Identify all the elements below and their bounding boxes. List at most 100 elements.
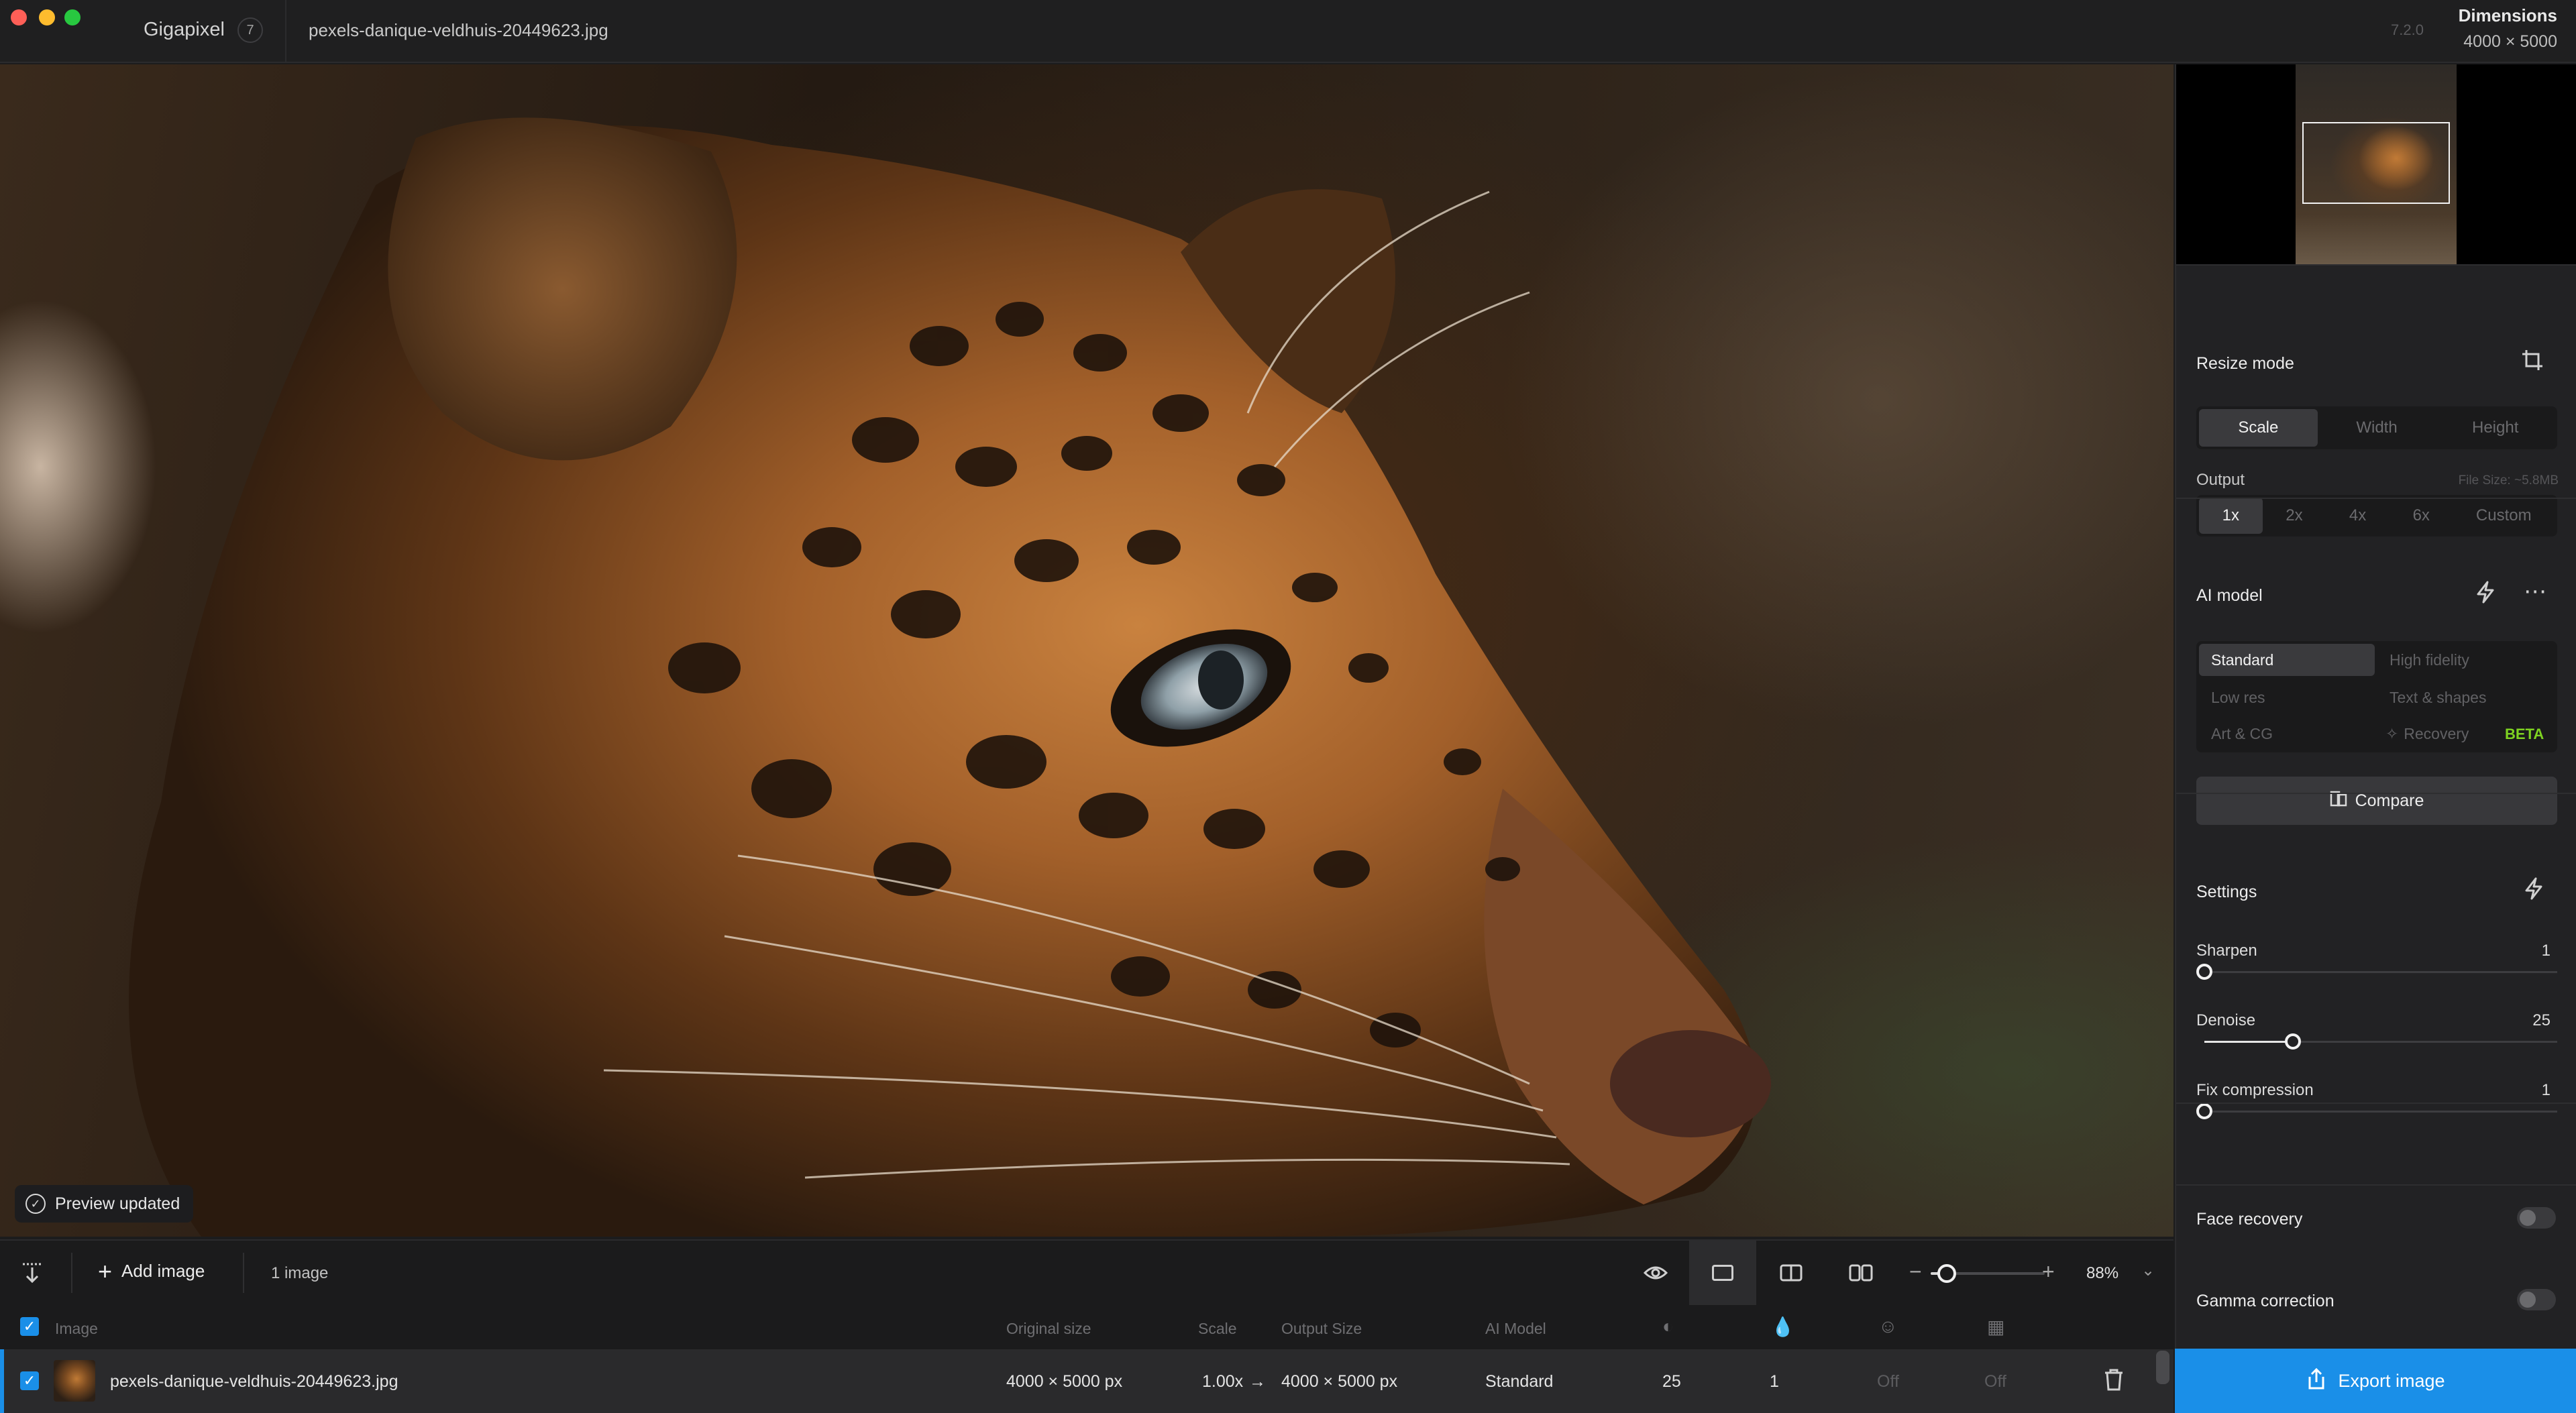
close-window-button[interactable] (11, 9, 27, 25)
file-name: pexels-danique-veldhuis-20449623.jpg (309, 20, 608, 40)
resize-mode-height[interactable]: Height (2436, 409, 2555, 447)
denoise-slider-fill (2204, 1041, 2293, 1043)
model-high-fidelity[interactable]: High fidelity (2377, 644, 2555, 676)
leopard-photo (129, 117, 1771, 1237)
zoom-window-button[interactable] (64, 9, 80, 25)
row-selected-indicator (0, 1349, 4, 1413)
file-size-estimate: File Size: ~5.8MB (2458, 473, 2559, 488)
output-label: Output (2196, 471, 2245, 489)
preview-updated-toast: ✓ Preview updated (15, 1185, 194, 1223)
toast-label: Preview updated (55, 1194, 180, 1213)
fix-compression-value: 1 (2541, 1081, 2551, 1099)
row-face-recovery: Off (1877, 1372, 1899, 1391)
settings-section: Settings Sharpen 1 Denoise 25 Fix compre… (2176, 793, 2576, 1119)
denoise-column-icon: ◐ (1662, 1316, 1674, 1337)
settings-panel: Resize mode Scale Width Height Output Fi… (2175, 64, 2576, 1349)
image-toolbar: + Add image 1 image − + 88% ⌄ (0, 1239, 2174, 1305)
resize-mode-scale[interactable]: Scale (2199, 409, 2318, 447)
navigator-preview[interactable] (2176, 64, 2576, 264)
resize-mode-title: Resize mode (2196, 354, 2294, 373)
zoom-out-button[interactable]: − (1909, 1259, 1922, 1284)
recovery-icon: ✧ (2385, 724, 2399, 742)
face-column-icon: ☺ (1878, 1316, 1898, 1337)
column-original-size[interactable]: Original size (1006, 1320, 1091, 1338)
version-label: 7.2.0 (2391, 21, 2424, 38)
sharpen-slider[interactable] (2196, 964, 2557, 980)
export-image-button[interactable]: Export image (2175, 1349, 2576, 1413)
more-icon[interactable]: ⋯ (2524, 578, 2546, 605)
row-checkbox[interactable]: ✓ (20, 1371, 39, 1390)
table-row[interactable]: ✓ pexels-danique-veldhuis-20449623.jpg 4… (0, 1349, 2174, 1413)
image-preview-canvas[interactable]: ✓ Preview updated (0, 64, 2174, 1237)
column-image[interactable]: Image (55, 1320, 98, 1338)
toolbar-divider (243, 1253, 244, 1293)
sharpen-value: 1 (2541, 942, 2551, 960)
image-count: 1 image (271, 1264, 329, 1282)
resize-mode-width[interactable]: Width (2318, 409, 2436, 447)
gamma-correction-toggle[interactable] (2517, 1289, 2556, 1310)
toggle-knob (2520, 1292, 2536, 1308)
column-ai-model[interactable]: AI Model (1485, 1320, 1546, 1338)
lightning-icon[interactable] (2524, 877, 2544, 905)
select-all-checkbox[interactable]: ✓ (20, 1317, 39, 1336)
crop-icon[interactable] (2521, 349, 2544, 377)
settings-title: Settings (2196, 883, 2257, 901)
sharpen-slider-handle[interactable] (2196, 964, 2212, 980)
dimensions-value: 4000 × 5000 (2463, 32, 2557, 51)
zoom-in-button[interactable]: + (2042, 1259, 2055, 1284)
sharpen-label: Sharpen (2196, 942, 2257, 960)
zoom-slider[interactable] (1931, 1264, 2045, 1283)
ai-model-title: AI model (2196, 586, 2263, 605)
navigator-viewport-frame[interactable] (2302, 122, 2450, 204)
row-output-size: 4000 × 5000 px (1281, 1372, 1398, 1391)
table-scrollbar[interactable] (2156, 1351, 2169, 1384)
model-art-cg[interactable]: Art & CG (2199, 718, 2375, 750)
add-image-label: Add image (121, 1261, 205, 1281)
chevron-down-icon[interactable]: ⌄ (2141, 1261, 2155, 1280)
export-image-label: Export image (2338, 1370, 2445, 1391)
trash-icon[interactable] (2104, 1368, 2124, 1397)
zoom-percentage[interactable]: 88% (2086, 1264, 2118, 1283)
model-recovery-label: Recovery (2404, 724, 2469, 742)
arrow-right-icon: → (1249, 1372, 1266, 1391)
check-circle-icon: ✓ (25, 1194, 46, 1214)
ai-model-grid: Standard High fidelity Low res Text & sh… (2196, 641, 2557, 752)
side-by-side-icon[interactable] (1827, 1241, 1894, 1305)
file-table-header: ✓ Image Original size Scale Output Size … (0, 1305, 2174, 1349)
app-name: Gigapixel (144, 19, 225, 40)
ai-model-section: AI model ⋯ Standard High fidelity Low re… (2176, 498, 2576, 825)
dimensions-label: Dimensions (2458, 5, 2557, 25)
row-thumbnail (54, 1360, 95, 1402)
beta-badge: BETA (2505, 726, 2544, 742)
lightning-icon[interactable] (2475, 581, 2496, 609)
minimize-window-button[interactable] (39, 9, 55, 25)
add-image-button[interactable]: + Add image (98, 1257, 205, 1285)
toolbar-divider (71, 1253, 72, 1293)
denoise-slider[interactable] (2204, 1033, 2557, 1050)
split-view-icon[interactable] (1758, 1241, 1825, 1305)
row-ai-model: Standard (1485, 1372, 1554, 1391)
zoom-slider-handle[interactable] (1937, 1264, 1956, 1283)
sharpen-column-icon: 💧 (1771, 1316, 1794, 1337)
export-icon (2306, 1367, 2327, 1395)
single-view-icon[interactable] (1689, 1241, 1756, 1305)
row-original-size: 4000 × 5000 px (1006, 1372, 1123, 1391)
gamma-correction-label: Gamma correction (2196, 1292, 2334, 1310)
fix-compression-label: Fix compression (2196, 1081, 2314, 1099)
model-standard[interactable]: Standard (2199, 644, 2375, 676)
eye-icon[interactable] (1622, 1241, 1689, 1305)
model-text-shapes[interactable]: Text & shapes (2377, 681, 2555, 714)
row-denoise: 25 (1662, 1372, 1681, 1391)
row-scale: 1.00x (1202, 1372, 1244, 1391)
column-output-size[interactable]: Output Size (1281, 1320, 1362, 1338)
column-scale[interactable]: Scale (1198, 1320, 1237, 1338)
row-gamma: Off (1984, 1372, 2006, 1391)
plus-icon: + (98, 1257, 113, 1285)
import-icon[interactable] (12, 1241, 52, 1305)
model-low-res[interactable]: Low res (2199, 681, 2375, 714)
app-version-badge: 7 (237, 17, 263, 43)
face-recovery-section: Face recovery (2176, 1103, 2576, 1229)
title-divider (285, 0, 286, 63)
denoise-slider-handle[interactable] (2284, 1033, 2301, 1050)
row-sharpen: 1 (1770, 1372, 1779, 1391)
